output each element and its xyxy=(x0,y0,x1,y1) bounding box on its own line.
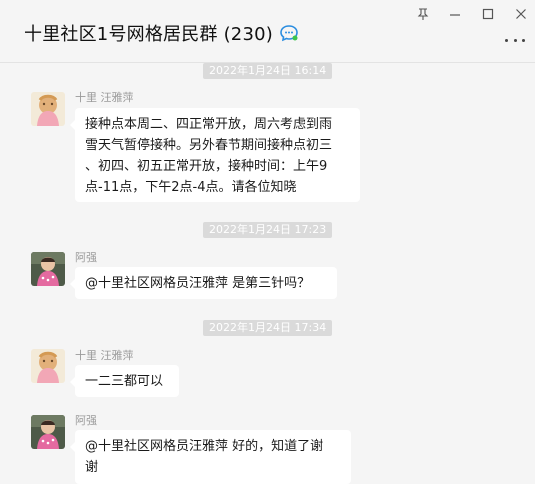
avatar[interactable] xyxy=(31,349,65,383)
pin-icon[interactable] xyxy=(414,6,432,22)
message-bubble[interactable]: @十里社区网格员汪雅萍 好的，知道了谢 谢 xyxy=(70,430,351,484)
chat-header: 十里社区1号网格居民群 (230) xyxy=(0,0,535,63)
timestamp: 2022年1月24日 17:23 xyxy=(203,222,333,238)
timestamp: 2022年1月24日 17:34 xyxy=(203,320,333,336)
sender-name: 阿强 xyxy=(75,414,97,427)
chat-title[interactable]: 十里社区1号网格居民群 (230) xyxy=(24,20,273,46)
message-text-line: 接种点本周二、四正常开放，周六考虑到雨 xyxy=(85,117,333,132)
message-bubble[interactable]: @十里社区网格员汪雅萍 是第三针吗？ xyxy=(70,267,337,299)
timestamp: 2022年1月24日 16:14 xyxy=(203,63,333,79)
message-text-line: 雪天气暂停接种。另外春节期间接种点初三 xyxy=(85,138,333,153)
message-text-line: @十里社区网格员汪雅萍 好的，知道了谢 xyxy=(85,439,324,454)
sender-name: 十里 汪雅萍 xyxy=(75,91,134,104)
chat-title-group: 十里社区1号网格居民群 (230) xyxy=(24,20,299,46)
sender-name: 阿强 xyxy=(75,251,97,264)
message-text-line: 一二三都可以 xyxy=(85,374,164,389)
avatar[interactable] xyxy=(31,415,65,449)
message-text-line: @十里社区网格员汪雅萍 是第三针吗？ xyxy=(85,276,311,291)
close-icon[interactable] xyxy=(512,6,530,22)
avatar[interactable] xyxy=(31,252,65,286)
avatar[interactable] xyxy=(31,92,65,126)
chat-info-icon[interactable] xyxy=(279,24,299,42)
message-bubble[interactable]: 一二三都可以 xyxy=(70,365,179,397)
message-text-line: 点-11点，下午2点-4点。请各位知晓 xyxy=(85,180,297,195)
minimize-icon[interactable] xyxy=(446,6,464,22)
more-options-icon[interactable] xyxy=(505,36,525,44)
message-text-line: 、初四、初五正常开放，接种时间：上午9 xyxy=(85,159,328,174)
message-bubble[interactable]: 接种点本周二、四正常开放，周六考虑到雨 雪天气暂停接种。另外春节期间接种点初三 … xyxy=(70,108,360,202)
maximize-icon[interactable] xyxy=(479,6,497,22)
sender-name: 十里 汪雅萍 xyxy=(75,349,134,362)
